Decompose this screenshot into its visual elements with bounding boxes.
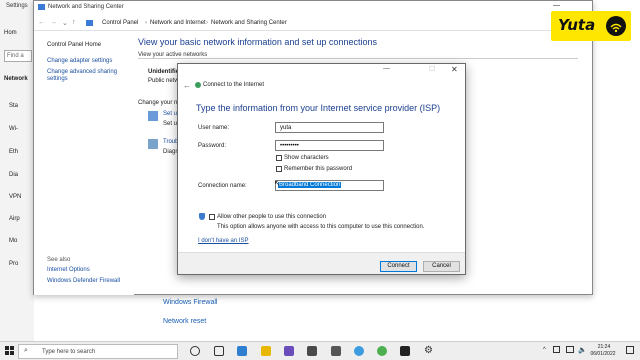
- app-icon-3[interactable]: [307, 346, 317, 356]
- username-label: User name:: [198, 125, 230, 131]
- search-placeholder: Type here to search: [42, 349, 96, 355]
- up-icon[interactable]: ↑: [72, 19, 76, 26]
- yuta-logo: Yuta: [551, 11, 631, 41]
- terminal-icon[interactable]: [400, 346, 410, 356]
- clock-date[interactable]: 06/01/2022: [584, 351, 622, 357]
- file-explorer-icon[interactable]: [261, 346, 271, 356]
- internet-options-link[interactable]: Internet Options: [47, 267, 90, 274]
- taskbar-search-box[interactable]: ⌕ Type here to search: [18, 344, 178, 359]
- app-icon-1[interactable]: [237, 346, 247, 356]
- settings-nav-home[interactable]: Hom: [4, 30, 17, 36]
- settings-nav-mobile[interactable]: Mo: [9, 238, 17, 244]
- dialog-close-icon[interactable]: ✕: [451, 65, 458, 74]
- connect-internet-dialog: — ☐ ✕ ← Connect to the Internet Type the…: [177, 63, 466, 275]
- cortana-icon[interactable]: [190, 346, 200, 356]
- dialog-minimize-icon[interactable]: —: [383, 65, 390, 72]
- forward-icon[interactable]: →: [50, 19, 57, 26]
- chrome-icon[interactable]: [377, 346, 387, 356]
- cp-window-title: Network and Sharing Center: [48, 4, 124, 10]
- allow-others-label: Allow other people to use this connectio…: [217, 214, 327, 220]
- settings-nav-status[interactable]: Sta: [9, 103, 18, 109]
- show-characters-checkbox[interactable]: [276, 155, 282, 161]
- chevron-down-icon[interactable]: ⌄: [62, 19, 68, 27]
- cp-home-link[interactable]: Control Panel Home: [47, 42, 101, 49]
- change-settings-label: Change your ne: [138, 100, 181, 106]
- mouse-cursor-icon: ↖: [274, 179, 281, 188]
- app-icon-5[interactable]: [354, 346, 364, 356]
- taskbar: ⌕ Type here to search ⚙ ^ 🔈 21:24 06/01/…: [0, 341, 640, 360]
- remember-password-checkbox[interactable]: [276, 166, 282, 172]
- defender-firewall-link[interactable]: Windows Defender Firewall: [47, 278, 120, 285]
- windows-firewall-link[interactable]: Windows Firewall: [163, 299, 217, 306]
- search-icon: ⌕: [24, 347, 28, 354]
- dialog-title: Connect to the Internet: [203, 82, 265, 88]
- network-reset-link[interactable]: Network reset: [163, 318, 206, 325]
- breadcrumb-separator-icon: ›: [145, 20, 147, 26]
- task-view-icon[interactable]: [214, 346, 224, 356]
- connect-button[interactable]: Connect: [380, 261, 417, 272]
- dialog-back-icon[interactable]: ←: [183, 81, 191, 90]
- logo-text: Yuta: [558, 16, 596, 34]
- tray-chevron-icon[interactable]: ^: [543, 347, 546, 353]
- username-input[interactable]: yuta: [275, 122, 384, 133]
- breadcrumb-control-panel[interactable]: Control Panel: [102, 20, 138, 26]
- dialog-footer: [178, 252, 465, 274]
- wifi-icon: [606, 16, 626, 36]
- troubleshoot-icon: [148, 139, 158, 149]
- app-icon-2[interactable]: [284, 346, 294, 356]
- breadcrumb-sharing-center[interactable]: Network and Sharing Center: [211, 20, 287, 26]
- change-sharing-link[interactable]: Change advanced sharing settings: [47, 69, 122, 83]
- notifications-icon[interactable]: [626, 346, 634, 354]
- network-tray-icon[interactable]: [553, 346, 560, 353]
- back-icon[interactable]: ←: [38, 19, 45, 26]
- app-icon-4[interactable]: [331, 346, 341, 356]
- setup-connection-icon: [148, 111, 158, 121]
- settings-nav-network: Network: [4, 76, 28, 82]
- show-characters-label: Show characters: [284, 155, 329, 161]
- breadcrumb-network-internet[interactable]: Network and Internet: [150, 20, 206, 26]
- divider: [138, 58, 578, 59]
- network-type: Public netw: [148, 78, 179, 84]
- settings-nav-vpn[interactable]: VPN: [9, 194, 21, 200]
- dialog-maximize-icon: ☐: [429, 66, 436, 73]
- change-adapter-link[interactable]: Change adapter settings: [47, 58, 112, 65]
- settings-nav-wifi[interactable]: Wi-: [9, 126, 18, 132]
- settings-search-input[interactable]: Find a: [4, 50, 32, 62]
- cp-main-title: View your basic network information and …: [138, 37, 377, 47]
- network-name: Unidentifie: [148, 69, 179, 75]
- password-input[interactable]: •••••••••: [275, 140, 384, 151]
- settings-nav-ethernet[interactable]: Eth: [9, 149, 18, 155]
- allow-others-desc: This option allows anyone with access to…: [217, 224, 425, 230]
- control-panel-icon: [86, 20, 93, 26]
- connection-name-input[interactable]: Broadband Connection: [275, 180, 384, 191]
- minimize-icon[interactable]: —: [553, 2, 560, 9]
- settings-gear-icon[interactable]: ⚙: [424, 346, 434, 356]
- cancel-button[interactable]: Cancel: [423, 261, 460, 272]
- battery-tray-icon[interactable]: [566, 346, 574, 353]
- network-icon: [38, 4, 45, 10]
- no-isp-link[interactable]: I don't have an ISP: [198, 238, 249, 244]
- connection-name-selection: Broadband Connection: [278, 182, 342, 188]
- allow-others-checkbox[interactable]: [209, 214, 215, 220]
- password-label: Password:: [198, 143, 227, 149]
- shield-icon: [199, 213, 205, 220]
- see-also-label: See also: [47, 257, 71, 263]
- globe-icon: [195, 82, 201, 88]
- remember-password-label: Remember this password: [284, 166, 353, 172]
- settings-nav-dialup[interactable]: Dia: [9, 172, 18, 178]
- windows-start-icon[interactable]: [5, 346, 14, 355]
- settings-nav-proxy[interactable]: Pro: [9, 261, 18, 267]
- breadcrumb-separator-icon: ›: [206, 20, 208, 26]
- settings-title: Settings: [6, 3, 28, 9]
- settings-nav-airplane[interactable]: Airp: [9, 216, 20, 222]
- clock-time[interactable]: 21:24: [589, 344, 619, 350]
- connection-name-label: Connection name:: [198, 183, 247, 189]
- dialog-heading: Type the information from your Internet …: [196, 103, 441, 113]
